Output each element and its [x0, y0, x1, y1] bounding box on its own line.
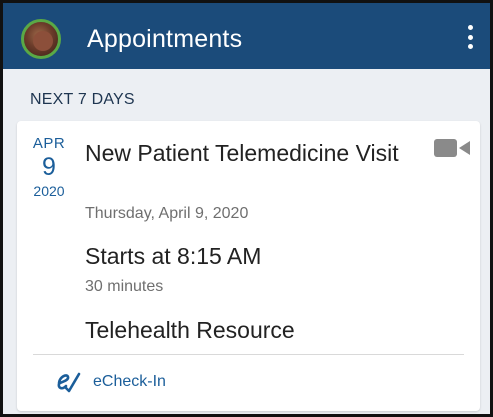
appointment-duration: 30 minutes	[85, 278, 164, 295]
appointment-resource: Telehealth Resource	[85, 317, 295, 343]
echeckin-icon	[57, 372, 81, 393]
page-title: Appointments	[87, 25, 243, 53]
date-day: 9	[42, 153, 56, 181]
more-options-icon[interactable]	[460, 23, 480, 51]
menu-dot	[467, 44, 473, 49]
appointment-card[interactable]: APR 9 2020 New Patient Telemedicine Visi…	[17, 121, 480, 411]
section-header: NEXT 7 DAYS	[30, 91, 135, 108]
date-month: APR	[32, 135, 66, 152]
appointment-full-date: Thursday, April 9, 2020	[85, 205, 249, 222]
echeckin-label: eCheck-In	[93, 373, 166, 390]
appointment-date-badge: APR 9 2020	[27, 135, 71, 199]
avatar[interactable]	[21, 19, 61, 59]
app-header: Appointments	[3, 3, 490, 69]
date-year: 2020	[33, 183, 65, 199]
menu-dot	[467, 34, 473, 40]
avatar-photo	[33, 31, 53, 51]
video-camera-icon	[434, 139, 470, 157]
app-screen: Appointments NEXT 7 DAYS APR 9 2020 New …	[0, 0, 493, 417]
echeckin-button[interactable]: eCheck-In	[55, 367, 166, 397]
menu-dot	[467, 25, 473, 30]
appointment-title: New Patient Telemedicine Visit	[85, 140, 399, 166]
divider	[33, 354, 464, 355]
appointment-start-time: Starts at 8:15 AM	[85, 243, 262, 269]
